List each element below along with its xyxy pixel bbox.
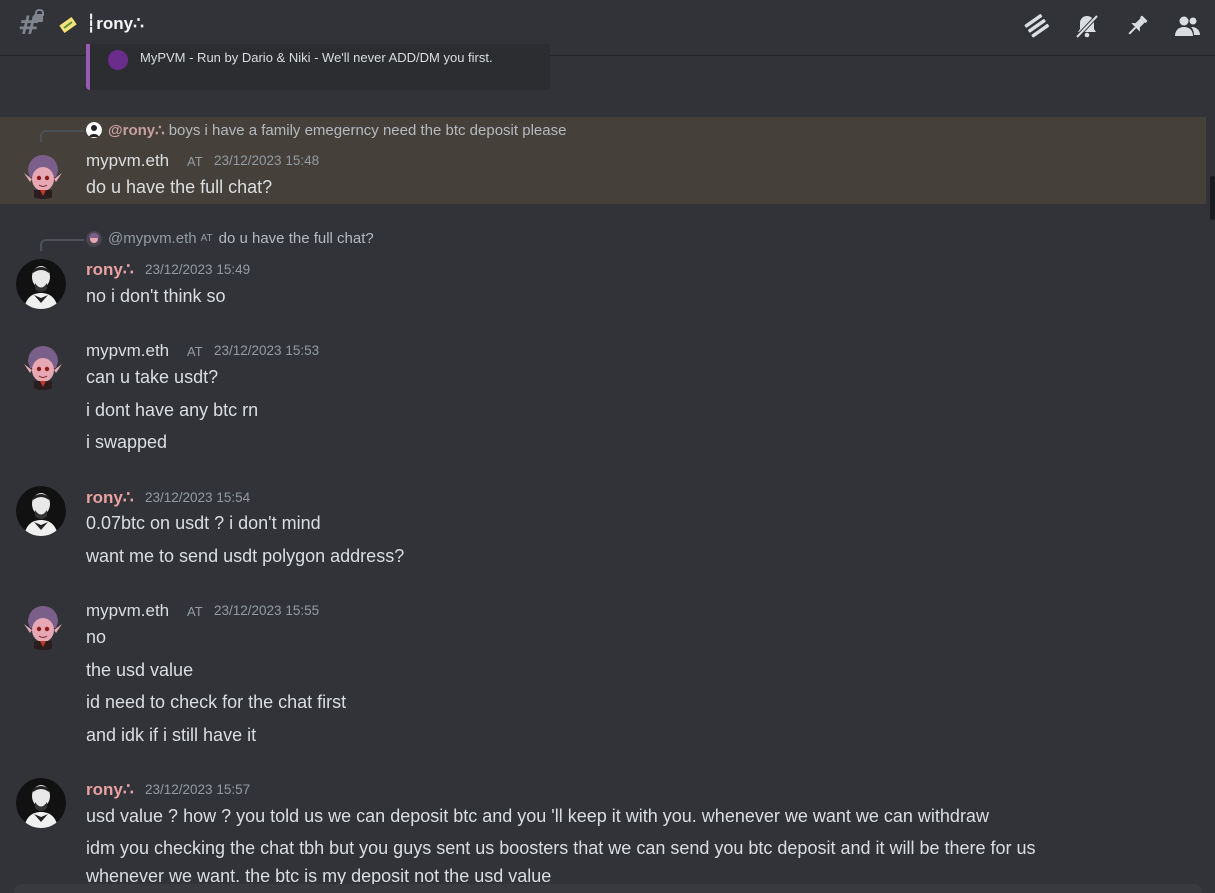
message-timestamp: 23/12/2023 15:49 [145,262,251,277]
reply-spine [40,130,84,142]
message-text: 0.07btc on usdt ? i don't mind [86,513,321,533]
scrollbar-thumb[interactable] [1210,176,1215,220]
threads-icon[interactable] [1023,12,1051,40]
ticket-emoji-icon [58,16,78,34]
avatar-rony[interactable] [16,778,66,828]
reply-spine [40,239,84,251]
reply-text: do u have the full chat? [218,230,374,247]
message-input-box[interactable] [14,884,1202,893]
message-text: and idk if i still have it [86,725,257,745]
user-tag: AT [187,604,203,619]
message-author[interactable]: rony∴ [86,488,134,508]
channel-name: ┆rony∴ [86,14,144,33]
message-text: no i don't think so [86,286,226,306]
message-timestamp: 23/12/2023 15:48 [214,153,320,168]
message-text: can u take usdt? [86,367,219,387]
message-text: i dont have any btc rn [86,400,259,420]
message-text: idm you checking the chat tbh but you gu… [86,838,1036,858]
reply-author[interactable]: @rony∴ [108,121,165,139]
message-author[interactable]: mypvm.eth [86,601,169,621]
message-list: @rony∴ boys i have a family emegerncy ne… [0,57,1210,893]
private-channel-icon: # [18,9,46,40]
message-author[interactable]: mypvm.eth [86,341,169,361]
message-text: the usd value [86,660,194,680]
reply-avatar [86,122,102,138]
message-text: no [86,627,107,647]
message-timestamp: 23/12/2023 15:55 [214,603,320,618]
bell-off-icon[interactable] [1073,12,1101,40]
message-text: id need to check for the chat first [86,692,347,712]
reply-preview[interactable]: @mypvm.eth AT do u have the full chat? [86,230,374,247]
reply-user-tag: AT [200,233,213,244]
avatar-mypvm[interactable] [18,600,68,650]
message-timestamp: 23/12/2023 15:54 [145,490,251,505]
message-timestamp: 23/12/2023 15:53 [214,343,320,358]
members-icon[interactable] [1173,12,1201,40]
message-author[interactable]: mypvm.eth [86,151,169,171]
reply-author[interactable]: @mypvm.eth [108,230,197,247]
message-text: do u have the full chat? [86,177,273,197]
message-author[interactable]: rony∴ [86,780,134,800]
pin-icon[interactable] [1123,12,1151,40]
reply-avatar [86,230,102,247]
user-tag: AT [187,344,203,359]
message-timestamp: 23/12/2023 15:57 [145,782,251,797]
message-author[interactable]: rony∴ [86,260,134,280]
avatar-mypvm[interactable] [18,149,68,199]
user-tag: AT [187,154,203,169]
avatar-rony[interactable] [16,259,66,309]
message-text: want me to send usdt polygon address? [86,546,405,566]
message-text: i swapped [86,432,168,452]
message-text: usd value ? how ? you told us we can dep… [86,806,989,826]
avatar-rony[interactable] [16,486,66,536]
reply-text: boys i have a family emegerncy need the … [168,121,567,139]
reply-preview[interactable]: @rony∴ boys i have a family emegerncy ne… [86,121,566,139]
avatar-mypvm[interactable] [18,340,68,390]
